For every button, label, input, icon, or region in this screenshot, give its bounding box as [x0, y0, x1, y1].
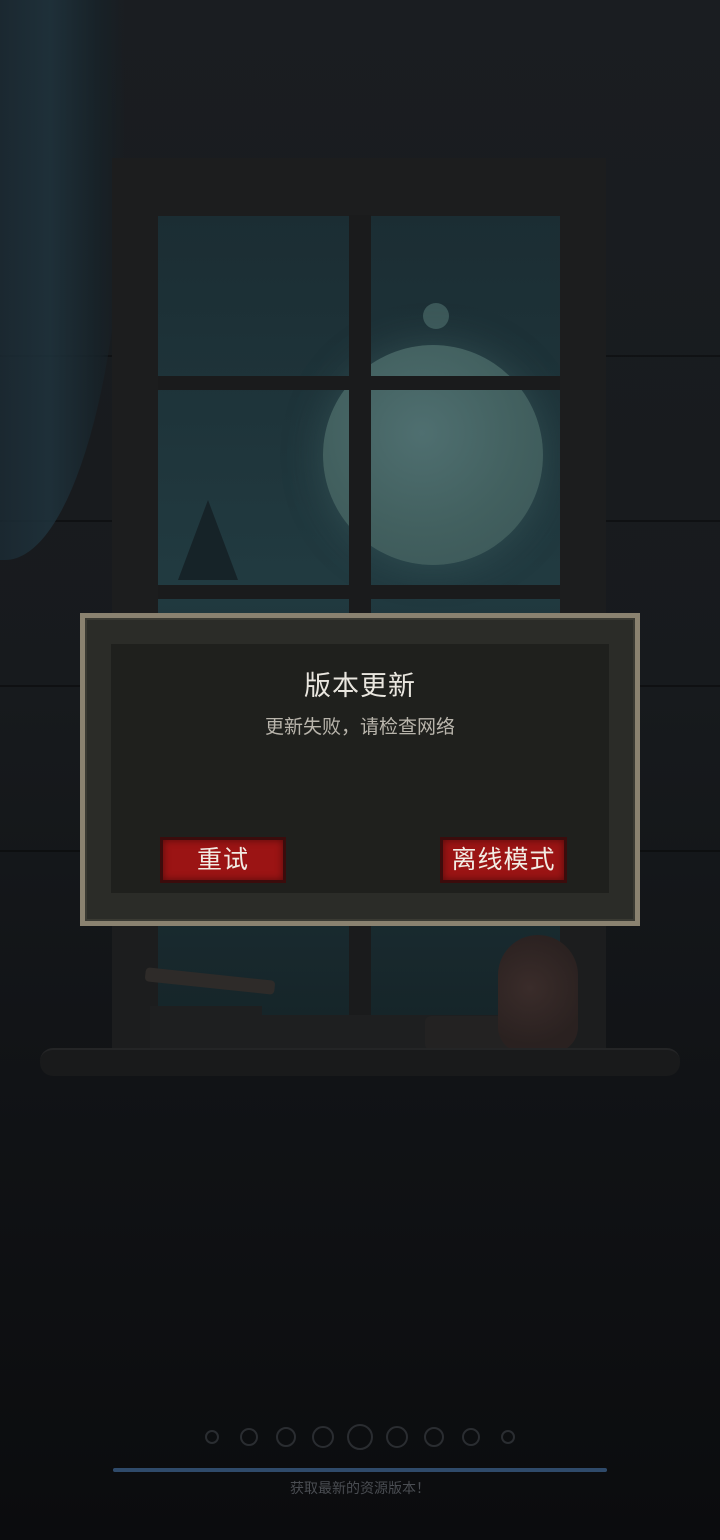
loading-dot: [424, 1427, 444, 1447]
loading-dot: [276, 1427, 296, 1447]
tree-silhouette: [178, 500, 238, 580]
loading-status-text: 获取最新的资源版本！: [290, 1481, 430, 1497]
loading-dot: [462, 1428, 480, 1446]
loading-dots: [0, 1424, 720, 1450]
vase: [498, 935, 578, 1053]
progress-bar: [113, 1468, 607, 1472]
window-mullion-horizontal: [158, 585, 560, 599]
dialog-title: 版本更新: [304, 671, 416, 702]
window-lintel: [112, 158, 606, 216]
dialog-message: 更新失败，请检查网络: [264, 716, 455, 738]
window-mullion-horizontal: [158, 376, 560, 390]
dialog-body: 版本更新 更新失败，请检查网络 重试 离线模式: [111, 644, 609, 893]
loading-dot: [347, 1424, 373, 1450]
small-moon: [423, 303, 449, 329]
loading-dot: [501, 1430, 515, 1444]
loading-dot: [312, 1426, 334, 1448]
retry-button[interactable]: 重试: [160, 837, 286, 883]
wooden-block: [150, 1006, 262, 1052]
loading-dot: [386, 1426, 408, 1448]
curtain: [0, 0, 125, 560]
window-shelf: [40, 1048, 680, 1076]
update-dialog: 版本更新 更新失败，请检查网络 重试 离线模式: [80, 613, 640, 926]
progress-fill: [113, 1468, 607, 1472]
game-screen: 版本更新 更新失败，请检查网络 重试 离线模式 获取最新的资源版本！: [0, 0, 720, 1540]
loading-dot: [240, 1428, 258, 1446]
loading-dot: [205, 1430, 219, 1444]
dialog-frame: 版本更新 更新失败，请检查网络 重试 离线模式: [85, 618, 635, 921]
offline-mode-button[interactable]: 离线模式: [440, 837, 567, 883]
